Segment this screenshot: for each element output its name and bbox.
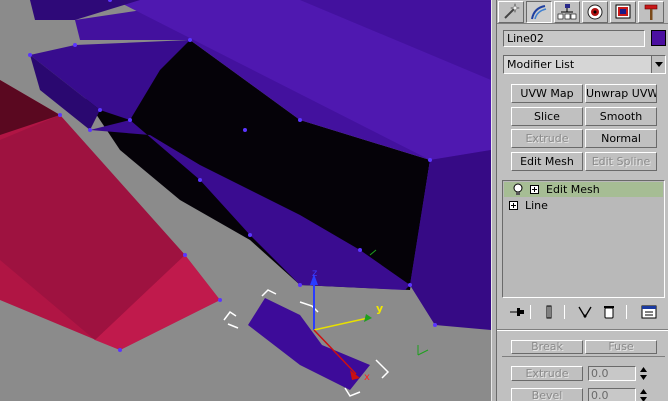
edit-mesh-button[interactable]: Edit Mesh: [511, 152, 583, 171]
normal-button[interactable]: Normal: [585, 129, 657, 148]
configure-modifier-sets-icon[interactable]: [640, 303, 658, 321]
object-color-swatch[interactable]: [651, 30, 666, 46]
dropdown-arrow[interactable]: [651, 56, 665, 73]
stack-item-label: Edit Mesh: [546, 183, 600, 196]
slice-button[interactable]: Slice: [511, 107, 583, 126]
panel-divider: [497, 329, 668, 331]
make-unique-icon[interactable]: [576, 303, 594, 321]
uvw-map-button[interactable]: UVW Map: [511, 84, 583, 103]
hammer-icon: [644, 4, 658, 20]
axis-label-y: y: [376, 302, 383, 315]
stack-toolbar: [502, 301, 665, 323]
pin-stack-icon[interactable]: [508, 303, 526, 321]
extrude-spin-button[interactable]: Extrude: [511, 366, 583, 381]
create-tab[interactable]: [498, 1, 524, 23]
object-name-field[interactable]: [503, 30, 645, 47]
smooth-button[interactable]: Smooth: [585, 107, 657, 126]
axis-label-z: z: [312, 268, 317, 279]
modifier-list-value: Modifier List: [507, 58, 575, 71]
rollout-group-frame: [502, 356, 665, 357]
perspective-viewport[interactable]: z y x: [0, 0, 491, 401]
extrude-amount-field[interactable]: [588, 366, 636, 381]
wand-icon: [504, 3, 520, 19]
motion-tab[interactable]: [582, 1, 608, 23]
expand-plus-icon[interactable]: [509, 201, 518, 210]
axis-label-x: x: [364, 372, 370, 383]
hierarchy-tab[interactable]: [554, 1, 580, 23]
bevel-spinner[interactable]: [639, 388, 648, 401]
command-panel-tabs: [497, 0, 668, 24]
chevron-down-icon: [655, 62, 663, 67]
stack-item-label: Line: [525, 199, 548, 212]
show-end-result-icon[interactable]: [540, 303, 558, 321]
bevel-amount-field[interactable]: [588, 388, 636, 401]
lightbulb-icon[interactable]: [513, 183, 523, 196]
viewport-scene: z y x: [0, 0, 491, 401]
modifier-list-dropdown[interactable]: Modifier List: [503, 55, 666, 74]
hierarchy-icon: [557, 4, 577, 20]
motion-icon: [587, 4, 603, 20]
expand-plus-icon[interactable]: [530, 185, 539, 194]
modifier-stack[interactable]: Edit Mesh Line: [502, 180, 665, 298]
display-icon: [615, 4, 631, 19]
stack-item-line[interactable]: Line: [504, 198, 663, 213]
bevel-spin-button[interactable]: Bevel: [511, 388, 583, 401]
modify-tab[interactable]: [526, 1, 552, 23]
extrude-button[interactable]: Extrude: [511, 129, 583, 148]
utilities-tab[interactable]: [638, 1, 664, 23]
command-panel: Modifier List UVW Map Unwrap UVW Slice S…: [497, 0, 668, 401]
fuse-button[interactable]: Fuse: [585, 340, 657, 354]
edit-geometry-rollout: Break Fuse Extrude Bevel: [497, 336, 668, 401]
break-button[interactable]: Break: [511, 340, 583, 354]
display-tab[interactable]: [610, 1, 636, 23]
stack-item-edit-mesh[interactable]: Edit Mesh: [504, 182, 663, 197]
remove-modifier-icon[interactable]: [600, 303, 618, 321]
unwrap-uvw-button[interactable]: Unwrap UVW: [585, 84, 657, 103]
extrude-spinner[interactable]: [639, 366, 648, 381]
edit-spline-button[interactable]: Edit Spline: [585, 152, 657, 171]
modify-arc-icon: [531, 5, 547, 20]
